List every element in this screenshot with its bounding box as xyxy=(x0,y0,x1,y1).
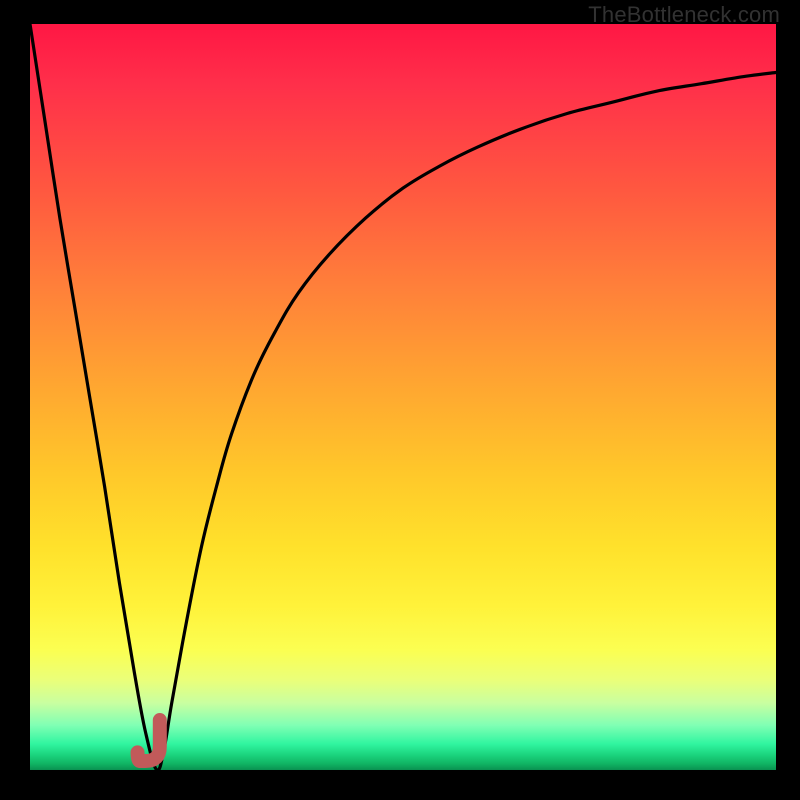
chart-frame: TheBottleneck.com xyxy=(0,0,800,800)
watermark-text: TheBottleneck.com xyxy=(588,2,780,28)
plot-area xyxy=(30,24,776,770)
bottleneck-curve xyxy=(30,24,776,770)
curve-layer xyxy=(30,24,776,770)
